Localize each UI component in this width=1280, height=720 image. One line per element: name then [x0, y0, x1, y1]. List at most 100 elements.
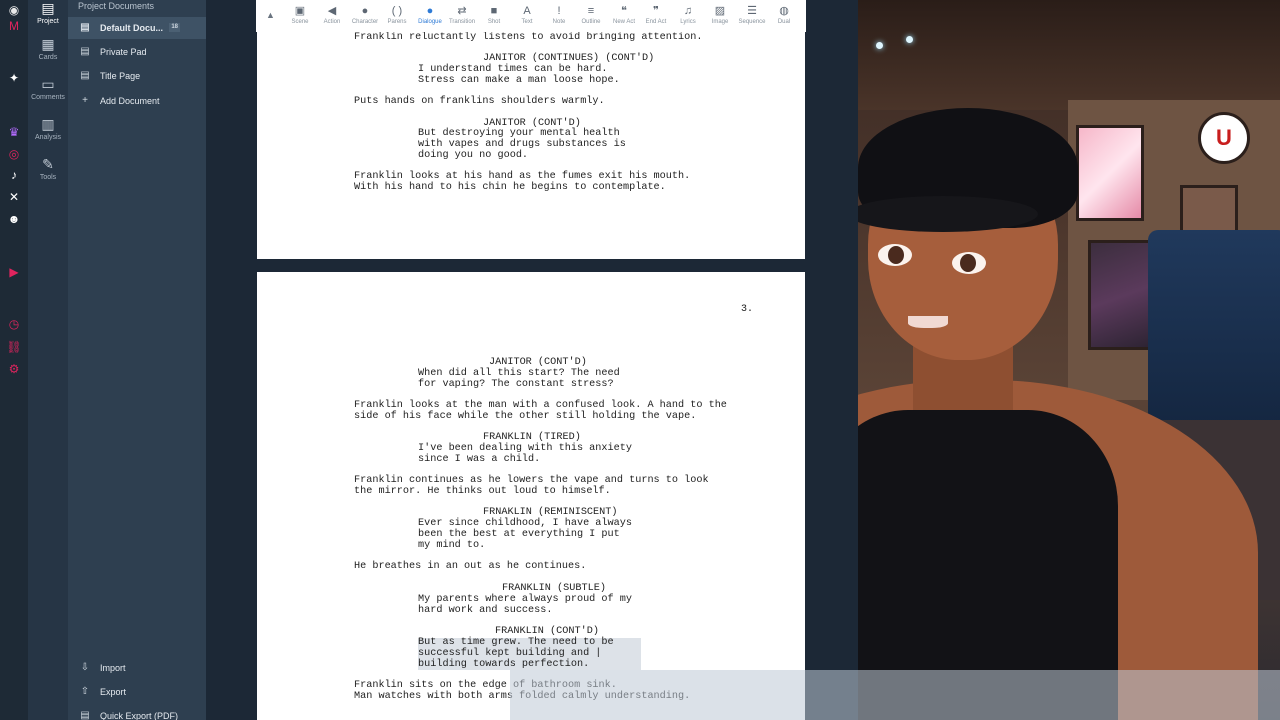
- rail-item-tools[interactable]: ✎ Tools: [28, 156, 68, 181]
- toolbar-transition-button[interactable]: ⇄ Transition: [446, 4, 478, 25]
- link-icon[interactable]: ⛓: [6, 339, 22, 355]
- toolbar-dialogue-button[interactable]: ● Dialogue: [414, 4, 446, 25]
- toolbar-shot-button[interactable]: ■ Shot: [478, 4, 510, 25]
- youtube-icon[interactable]: ▶: [6, 264, 22, 280]
- toolbar-label: Image: [711, 19, 729, 25]
- toolbar-parens-button[interactable]: ( ) Parens: [381, 4, 413, 25]
- toolbar-label: Parens: [387, 19, 407, 25]
- dialogue-line: for vaping? The constant stress?: [418, 379, 614, 390]
- toolbar-label: Shot: [487, 19, 501, 25]
- toolbar-dual-button[interactable]: ◍ Dual: [768, 4, 800, 25]
- dialogue-line: since I was a child.: [418, 454, 541, 465]
- screen: ◉ M ✦ ♛ ◎ ♪ ✕ ☻ ▶ ◷ ⛓ ⚙ ▤ Project ▦ Card…: [0, 0, 1280, 720]
- action-line: Franklin continues as he lowers the vape…: [354, 475, 709, 486]
- sidebar-item-default-document[interactable]: ▤ Default Docu... 18: [68, 17, 206, 39]
- rail-item-project[interactable]: ▤ Project: [28, 0, 68, 25]
- toolbar-label: Text: [521, 19, 533, 25]
- settings-icon[interactable]: ⚙: [6, 361, 22, 377]
- page-number: 3.: [741, 304, 754, 315]
- dialogue-line: But as time grew. The need to be: [418, 637, 614, 648]
- throne-icon[interactable]: ♛: [6, 124, 22, 140]
- camera-icon: ■: [490, 5, 498, 17]
- toolbar-action-button[interactable]: ◀ Action: [316, 4, 348, 25]
- sidebar-item-private-pad[interactable]: ▤ Private Pad: [68, 41, 206, 63]
- script-editor: ▲ ▣ Scene ◀ Action ● Character ( ) Parens ● D…: [206, 0, 858, 720]
- ceiling-light: [906, 36, 913, 43]
- action-line: Puts hands on franklins shoulders warmly…: [354, 96, 605, 107]
- gaming-chair: [1148, 230, 1280, 430]
- tiktok-icon[interactable]: ♪: [6, 167, 22, 183]
- list-icon: ≡: [587, 5, 595, 17]
- x-icon[interactable]: ✕: [6, 189, 22, 205]
- rail-item-comments[interactable]: ▭ Comments: [28, 76, 68, 101]
- dialogue-line: hard work and success.: [418, 605, 553, 616]
- action-line: Franklin looks at the man with a confuse…: [354, 400, 727, 411]
- wrench-icon: ✎: [42, 156, 54, 172]
- exclamation-icon: !: [557, 5, 561, 17]
- parens-icon: ( ): [391, 5, 403, 17]
- plus-icon: +: [82, 95, 88, 106]
- instagram-icon[interactable]: ◎: [6, 146, 22, 162]
- character-cue: FRANKLIN (CONT'D): [495, 626, 599, 637]
- toolbar-label: Lyrics: [680, 19, 696, 25]
- vgen-icon[interactable]: ✦: [6, 70, 22, 86]
- import-icon: ⇩: [80, 662, 90, 673]
- toolbar-sequence-button[interactable]: ☰ Sequence: [736, 4, 768, 25]
- dialogue-line: Ever since childhood, I have always: [418, 518, 632, 529]
- action-line: Franklin reluctantly listens to avoid br…: [354, 32, 703, 43]
- patreon-icon[interactable]: ◉: [6, 2, 22, 18]
- action-line: Franklin looks at his hand as the fumes …: [354, 171, 691, 182]
- import-button[interactable]: ⇩ Import: [68, 657, 206, 679]
- rail-item-cards[interactable]: ▦ Cards: [28, 36, 68, 61]
- toolbar-outline-button[interactable]: ≡ Outline: [575, 4, 607, 25]
- script-page-2[interactable]: Franklin reluctantly listens to avoid br…: [257, 32, 805, 259]
- bar-chart-icon: ▥: [41, 116, 55, 132]
- rail-item-label: Tools: [39, 174, 57, 181]
- discord-icon[interactable]: ☻: [6, 211, 22, 227]
- clock-icon[interactable]: ◷: [6, 316, 22, 332]
- toolbar-note-button[interactable]: ! Note: [543, 4, 575, 25]
- export-button[interactable]: ⇧ Export: [68, 681, 206, 703]
- toolbar-new-act-button[interactable]: ❝ New Act: [608, 4, 640, 25]
- toolbar-label: End Act: [645, 19, 667, 25]
- quick-export-pdf-button[interactable]: ▤ Quick Export (PDF): [68, 705, 206, 720]
- toolbar-lyrics-button[interactable]: ♫ Lyrics: [672, 4, 704, 25]
- toolbar-end-act-button[interactable]: ❞ End Act: [640, 4, 672, 25]
- pdf-icon: ▤: [80, 710, 90, 720]
- sidebar-item-title-page[interactable]: ▤ Title Page: [68, 65, 206, 87]
- picture-icon: ▨: [714, 5, 726, 17]
- script-page-3[interactable]: 3. JANITOR (CONT'D) When did all this st…: [257, 272, 805, 720]
- dialogue-line: my mind to.: [418, 540, 486, 551]
- add-document-button[interactable]: + Add Document: [68, 90, 206, 112]
- music-note-icon: ♫: [683, 5, 693, 17]
- export-icon: ⇧: [80, 686, 90, 697]
- toolbar-image-button[interactable]: ▨ Image: [704, 4, 736, 25]
- toolbar-label: Action: [323, 19, 341, 25]
- toolbar-label: Sequence: [738, 19, 766, 25]
- sidebar-item-label: Private Pad: [100, 47, 147, 57]
- character-cue: JANITOR (CONT'D): [489, 357, 587, 368]
- dialogue-line: building towards perfection.: [418, 659, 590, 670]
- action-line: the mirror. He thinks out loud to himsel…: [354, 486, 611, 497]
- rail-item-label: Project: [37, 18, 59, 25]
- collapse-icon[interactable]: ▲: [266, 10, 275, 20]
- ko-fi-icon[interactable]: M: [6, 18, 22, 34]
- swap-icon: ⇄: [457, 5, 467, 17]
- sidebar-item-label: Default Docu...: [100, 23, 164, 33]
- document-sidebar: Project Documents ▤ Default Docu... 18 ▤…: [68, 0, 206, 720]
- dialogue-line: with vapes and drugs substances is: [418, 139, 626, 150]
- toolbar-scene-button[interactable]: ▣ Scene: [284, 4, 316, 25]
- rail-item-analysis[interactable]: ▥ Analysis: [28, 116, 68, 141]
- rail-item-label: Analysis: [34, 134, 62, 141]
- document-icon: ▤: [80, 70, 90, 81]
- dual-bubble-icon: ◍: [779, 5, 789, 17]
- sidebar-item-label: Export: [100, 687, 127, 697]
- toolbar-character-button[interactable]: ● Character: [349, 4, 381, 25]
- avatar-mouth: [908, 316, 948, 328]
- dialogue-line: I've been dealing with this anxiety: [418, 443, 632, 454]
- avatar-iris: [888, 246, 904, 264]
- speech-bubble-icon: ●: [426, 5, 434, 17]
- toolbar-text-button[interactable]: A Text: [511, 4, 543, 25]
- sidebar-item-label: Title Page: [100, 71, 141, 81]
- sidebar-item-label: Import: [100, 663, 126, 673]
